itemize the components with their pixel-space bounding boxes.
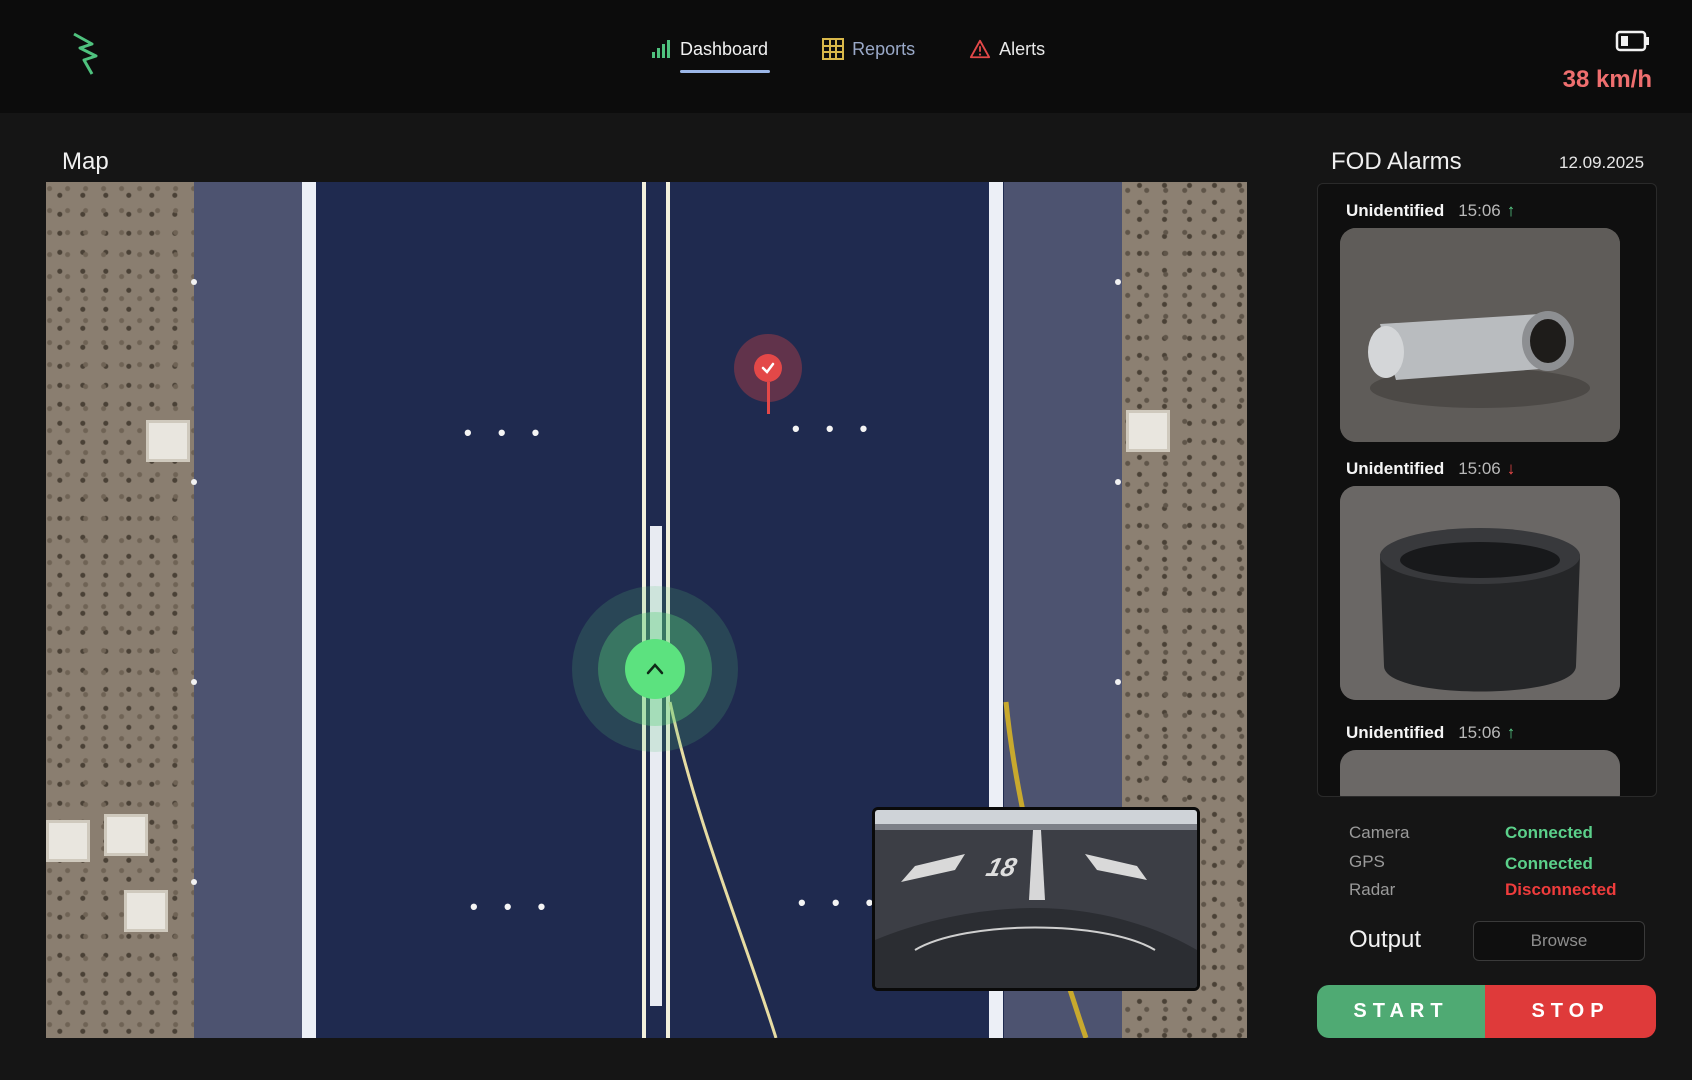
map-sign: [146, 420, 190, 462]
alarm-time: 15:06: [1458, 723, 1501, 742]
status-label: Radar: [1349, 880, 1396, 899]
signal-bars-icon: [652, 40, 670, 58]
app-logo-icon: [73, 32, 98, 75]
status-camera: Camera Connected: [1349, 823, 1593, 843]
status-radar: Radar Disconnected: [1349, 880, 1616, 900]
fod-alarms-title: FOD Alarms: [1331, 148, 1462, 175]
map-sign: [124, 890, 168, 932]
fod-alarms-date: 12.09.2025: [1559, 153, 1645, 172]
runway-lights: • • •: [798, 890, 884, 915]
check-icon: [761, 362, 775, 374]
map-view[interactable]: • • • • • • • • • • • • 18: [46, 182, 1247, 1038]
arrow-up-icon: ↑: [1506, 201, 1516, 220]
alarm-item[interactable]: Unidentified 15:06 ↓: [1340, 458, 1636, 700]
runway-lights: • • •: [792, 416, 878, 441]
alarm-pin[interactable]: [754, 354, 782, 382]
alarm-item[interactable]: Unidentified 15:06 ↑: [1340, 200, 1636, 442]
alarm-label: Unidentified: [1346, 201, 1445, 220]
arrow-down-icon: ↓: [1506, 459, 1516, 478]
runway-lights: • • •: [470, 894, 556, 919]
alarm-item[interactable]: Unidentified 15:06 ↑: [1340, 722, 1636, 796]
nav-reports-label: Reports: [852, 38, 916, 59]
active-tab-indicator: [680, 70, 771, 73]
status-value: Connected: [1505, 854, 1593, 873]
status-value: Disconnected: [1505, 880, 1617, 899]
status-label: GPS: [1349, 852, 1385, 871]
warning-icon: [970, 39, 991, 59]
camera-feed[interactable]: 18: [872, 807, 1200, 991]
alarm-label: Unidentified: [1346, 723, 1445, 742]
nav-dashboard[interactable]: Dashboard: [650, 38, 771, 73]
vehicle-marker[interactable]: [625, 639, 685, 699]
start-button[interactable]: START: [1317, 985, 1485, 1038]
map-title: Map: [62, 148, 109, 175]
nav-dashboard-label: Dashboard: [680, 38, 769, 59]
status-gps: GPS Connected: [1349, 852, 1593, 873]
status-value: Connected: [1505, 823, 1593, 842]
nav-alerts[interactable]: Alerts: [969, 38, 1045, 60]
chevron-up-icon: [646, 663, 664, 675]
status-label: Camera: [1349, 823, 1410, 842]
stop-button[interactable]: STOP: [1485, 985, 1656, 1038]
arrow-up-icon: ↑: [1506, 723, 1516, 742]
map-sign: [1126, 410, 1170, 452]
metal-cylinder-image: [1340, 228, 1620, 442]
output-label: Output: [1349, 926, 1422, 953]
speed-readout: 38 km/h: [1562, 66, 1652, 93]
browse-button[interactable]: Browse: [1473, 921, 1645, 961]
fod-alarm-list[interactable]: Unidentified 15:06 ↑ Unidentified 15:06 …: [1317, 183, 1657, 797]
nav-alerts-label: Alerts: [999, 38, 1046, 59]
alarm-image[interactable]: [1340, 228, 1620, 442]
battery-icon: [1615, 30, 1649, 52]
alarm-image[interactable]: [1340, 486, 1620, 700]
nav-reports[interactable]: Reports: [822, 38, 915, 60]
alarm-time: 15:06: [1458, 201, 1501, 220]
camera-feed-image: [875, 810, 1197, 988]
runway-lights: • • •: [464, 420, 550, 445]
grid-icon: [822, 38, 845, 60]
alarm-label: Unidentified: [1346, 459, 1445, 478]
alarm-pin-stem: [767, 382, 770, 414]
main-nav: Dashboard Reports Alerts: [650, 38, 1045, 73]
map-sign: [104, 814, 148, 856]
top-bar: Dashboard Reports Alerts 38 km/h: [0, 0, 1692, 113]
alarm-image[interactable]: [1340, 750, 1620, 796]
black-cylinder-image: [1340, 486, 1620, 700]
alarm-time: 15:06: [1458, 459, 1501, 478]
map-sign: [46, 820, 90, 862]
